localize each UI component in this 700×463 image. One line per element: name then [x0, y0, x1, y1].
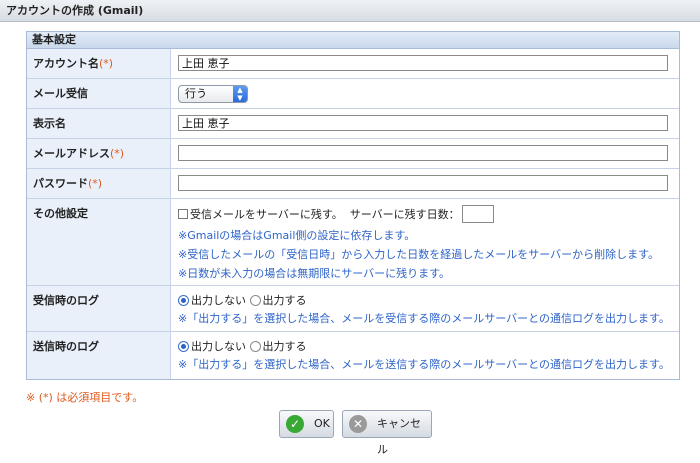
other-note-3: ※日数が未入力の場合は無期限にサーバーに残ります。: [178, 267, 451, 280]
receive-log-off-radio[interactable]: [178, 295, 189, 306]
ok-button-label: OK: [314, 417, 330, 430]
cancel-button[interactable]: ✕ キャンセル: [342, 410, 432, 456]
leave-on-server-label: 受信メールをサーバーに残す。: [190, 208, 343, 221]
receive-log-on-label: 出力する: [262, 294, 307, 307]
other-settings-label: その他設定: [27, 199, 171, 285]
display-name-input[interactable]: [178, 115, 668, 131]
row-send-log: 送信時のログ 出力しない 出力する ※「出力する」を選択した場合、メールを送信す…: [27, 332, 679, 379]
send-log-note: ※「出力する」を選択した場合、メールを送信する際のメールサーバーとの通信ログを出…: [178, 358, 670, 371]
receive-log-label: 受信時のログ: [27, 286, 171, 331]
send-log-label: 送信時のログ: [27, 332, 171, 379]
other-note-1: ※Gmailの場合はGmail側の設定に依存します。: [178, 229, 416, 242]
account-form: 基本設定 アカウント名(*) メール受信 行う ▲▼ 表示名 メールアドレス(*…: [26, 31, 680, 380]
required-mark: (*): [99, 57, 114, 70]
row-mail-address: メールアドレス(*): [27, 139, 679, 169]
leave-on-server-checkbox[interactable]: [178, 209, 188, 219]
window-title: アカウントの作成 (Gmail): [0, 0, 700, 22]
password-label: パスワード(*): [27, 169, 171, 198]
section-title: 基本設定: [27, 32, 679, 49]
check-icon: ✓: [286, 415, 304, 433]
row-mail-receive: メール受信 行う ▲ ▼: [27, 79, 679, 109]
row-receive-log: 受信時のログ 出力しない 出力する ※「出力する」を選択した場合、メールを受信す…: [27, 286, 679, 332]
row-account-name: アカウント名(*): [27, 49, 679, 79]
receive-log-off-label: 出力しない: [191, 294, 246, 307]
receive-log-on-radio[interactable]: [249, 295, 261, 306]
select-arrows-icon: ▲ ▼: [233, 86, 247, 102]
account-name-input[interactable]: [178, 55, 668, 71]
mail-address-input[interactable]: [178, 145, 668, 161]
ok-button[interactable]: ✓ OK: [279, 410, 334, 438]
row-display-name: 表示名: [27, 109, 679, 139]
days-input[interactable]: [461, 205, 494, 223]
receive-log-note: ※「出力する」を選択した場合、メールを受信する際のメールサーバーとの通信ログを出…: [178, 312, 670, 325]
required-mark: (*): [88, 177, 103, 190]
row-other-settings: その他設定 受信メールをサーバーに残す。 サーバーに残す日数： ※Gmailの場…: [27, 199, 679, 286]
send-log-off-radio[interactable]: [178, 341, 189, 352]
mail-receive-select[interactable]: 行う ▲ ▼: [178, 85, 248, 103]
password-input[interactable]: [178, 175, 668, 191]
other-note-2: ※受信したメールの「受信日時」から入力した日数を経過したメールをサーバーから削除…: [178, 248, 660, 261]
mail-receive-label: メール受信: [27, 79, 171, 108]
display-name-label: 表示名: [27, 109, 171, 138]
row-password: パスワード(*): [27, 169, 679, 199]
cancel-button-label: キャンセル: [377, 417, 421, 456]
days-label: サーバーに残す日数：: [349, 208, 460, 221]
required-mark: (*): [110, 147, 125, 160]
required-note: ※ (*) は必須項目です。: [26, 391, 144, 404]
mail-address-label: メールアドレス(*): [27, 139, 171, 168]
send-log-on-label: 出力する: [262, 340, 307, 353]
close-icon: ✕: [349, 415, 367, 433]
mail-receive-selected: 行う: [185, 87, 207, 100]
send-log-on-radio[interactable]: [249, 341, 261, 352]
account-name-label: アカウント名(*): [27, 49, 171, 78]
send-log-off-label: 出力しない: [191, 340, 246, 353]
